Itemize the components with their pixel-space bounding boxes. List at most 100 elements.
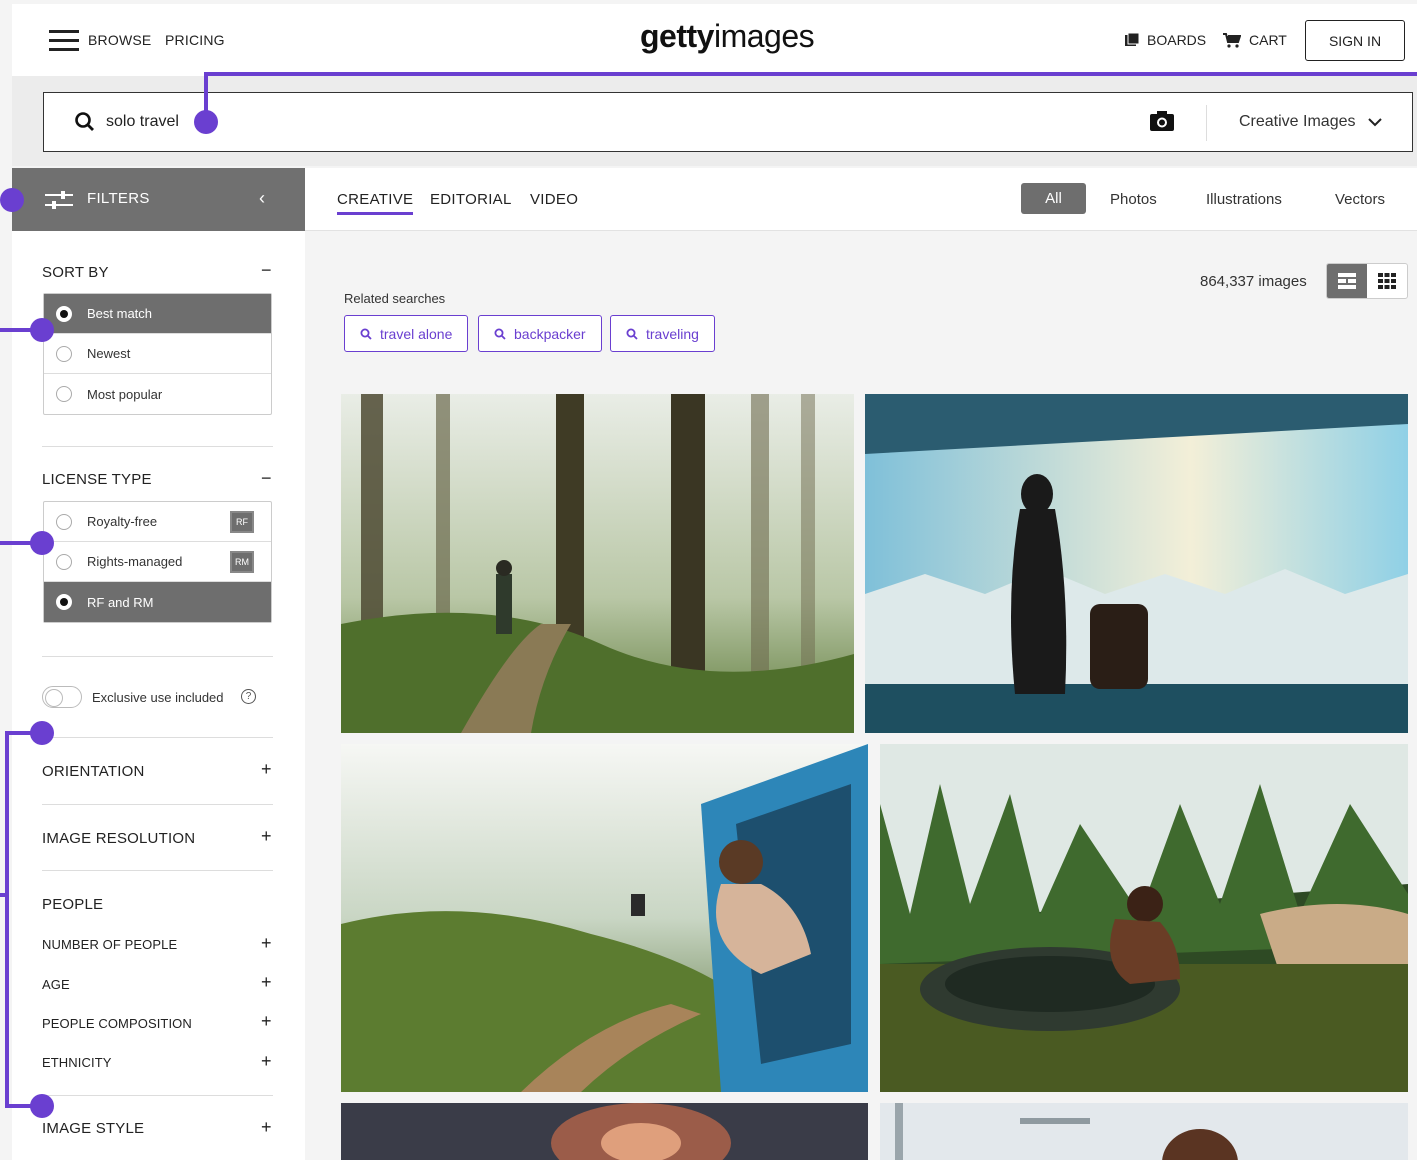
cart-label: CART [1249,32,1287,48]
ethnicity-expand-icon[interactable]: + [261,1051,272,1072]
related-chip-backpacker[interactable]: backpacker [478,315,602,352]
rf-badge: RF [230,511,254,533]
airport-traveler-photo [865,394,1408,733]
cart-link[interactable]: CART [1223,32,1287,48]
search-icon [494,328,506,340]
result-image-forest-hiker[interactable] [341,394,854,733]
age-expand-icon[interactable]: + [261,972,272,993]
filters-sidebar: SORT BY − Best match Newest Most popular… [12,231,305,1160]
result-image-partial-left[interactable] [341,1103,868,1160]
exclusive-use-toggle[interactable] [42,686,82,708]
search-divider [1206,105,1207,141]
license-option-royalty-free[interactable]: Royalty-free RF [44,502,271,542]
media-type-photos[interactable]: Photos [1110,191,1157,208]
menu-icon[interactable] [49,30,79,52]
annotation-dot [0,188,24,212]
image-style-title[interactable]: IMAGE STYLE [42,1120,144,1137]
tab-video[interactable]: VIDEO [530,191,578,208]
divider [42,737,273,738]
divider [42,804,273,805]
option-label: Rights-managed [87,554,183,569]
license-option-rights-managed[interactable]: Rights-managed RM [44,542,271,582]
filters-title: FILTERS [87,190,150,207]
search-icon [360,328,372,340]
result-image-airport-traveler[interactable] [865,394,1408,733]
result-count: 864,337 images [1200,273,1307,290]
license-option-rf-and-rm[interactable]: RF and RM [44,582,271,622]
image-resolution-title[interactable]: IMAGE RESOLUTION [42,830,195,847]
people-composition-expand-icon[interactable]: + [261,1011,272,1032]
search-scope-dropdown[interactable]: Creative Images [1239,113,1382,131]
divider [42,1095,273,1096]
media-type-all[interactable]: All [1021,183,1086,214]
collapse-chevron-icon[interactable]: ‹ [259,188,265,209]
partial-photo-right [880,1103,1408,1160]
search-icon [75,112,94,131]
divider [42,870,273,871]
chevron-down-icon [1367,117,1382,126]
radio-icon [56,594,72,610]
getty-logo[interactable]: gettyimages [640,18,815,55]
sort-by-options: Best match Newest Most popular [43,293,272,415]
grid-view-button[interactable] [1367,264,1407,298]
search-scope-label: Creative Images [1239,113,1356,130]
orientation-expand-icon[interactable]: + [261,759,272,780]
sort-option-newest[interactable]: Newest [44,334,271,374]
image-resolution-expand-icon[interactable]: + [261,826,272,847]
sign-in-button[interactable]: SIGN IN [1305,20,1405,61]
help-icon[interactable]: ? [241,689,256,704]
people-composition-filter[interactable]: PEOPLE COMPOSITION [42,1016,192,1031]
license-type-collapse-icon[interactable]: − [261,468,272,489]
chip-label: travel alone [380,325,453,342]
annotation-dot [30,531,54,555]
boards-label: BOARDS [1147,32,1207,48]
boards-link[interactable]: BOARDS [1125,32,1206,48]
chip-label: traveling [646,325,699,342]
option-label: Royalty-free [87,514,158,529]
mosaic-view-button[interactable] [1327,264,1367,298]
media-type-vectors[interactable]: Vectors [1335,191,1385,208]
result-image-partial-right[interactable] [880,1103,1408,1160]
filters-header[interactable]: FILTERS ‹ [12,168,305,231]
related-chip-traveling[interactable]: traveling [610,315,715,352]
result-image-train-window[interactable] [341,744,868,1092]
media-type-illustrations[interactable]: Illustrations [1206,191,1282,208]
forest-hiker-photo [341,394,854,733]
orientation-title[interactable]: ORIENTATION [42,763,144,780]
sort-option-most-popular[interactable]: Most popular [44,374,271,414]
boards-icon [1125,33,1139,46]
search-input[interactable]: solo travel Creative Images [43,92,1413,152]
option-label: Newest [87,346,131,361]
train-window-photo [341,744,868,1092]
sort-by-collapse-icon[interactable]: − [261,260,272,281]
ethnicity-filter[interactable]: ETHNICITY [42,1055,112,1070]
partial-photo-left [341,1103,868,1160]
pricing-link[interactable]: PRICING [165,32,225,48]
image-style-expand-icon[interactable]: + [261,1117,272,1138]
annotation-dot [194,110,218,134]
license-type-title: LICENSE TYPE [42,471,152,488]
browse-link[interactable]: BROWSE [88,32,151,48]
mosaic-view-icon [1338,273,1356,289]
content-tabs-bar: CREATIVE EDITORIAL VIDEO All Photos Illu… [305,168,1417,231]
related-chip-travel-alone[interactable]: travel alone [344,315,469,352]
lake-float-photo [880,744,1408,1092]
camera-icon[interactable] [1149,109,1175,133]
radio-icon [56,386,72,402]
annotation-dot [30,1094,54,1118]
sort-option-best-match[interactable]: Best match [44,294,271,334]
tab-creative[interactable]: CREATIVE [337,191,414,215]
result-image-lake-float[interactable] [880,744,1408,1092]
number-of-people-expand-icon[interactable]: + [261,933,272,954]
cart-icon [1223,32,1241,48]
sort-by-title: SORT BY [42,264,109,281]
divider [42,446,273,447]
divider [42,656,273,657]
search-icon [626,328,638,340]
age-filter[interactable]: AGE [42,977,70,992]
option-label: Best match [87,306,153,321]
rm-badge: RM [230,551,254,573]
tab-editorial[interactable]: EDITORIAL [430,191,512,208]
radio-icon [56,306,72,322]
number-of-people-filter[interactable]: NUMBER OF PEOPLE [42,937,177,952]
